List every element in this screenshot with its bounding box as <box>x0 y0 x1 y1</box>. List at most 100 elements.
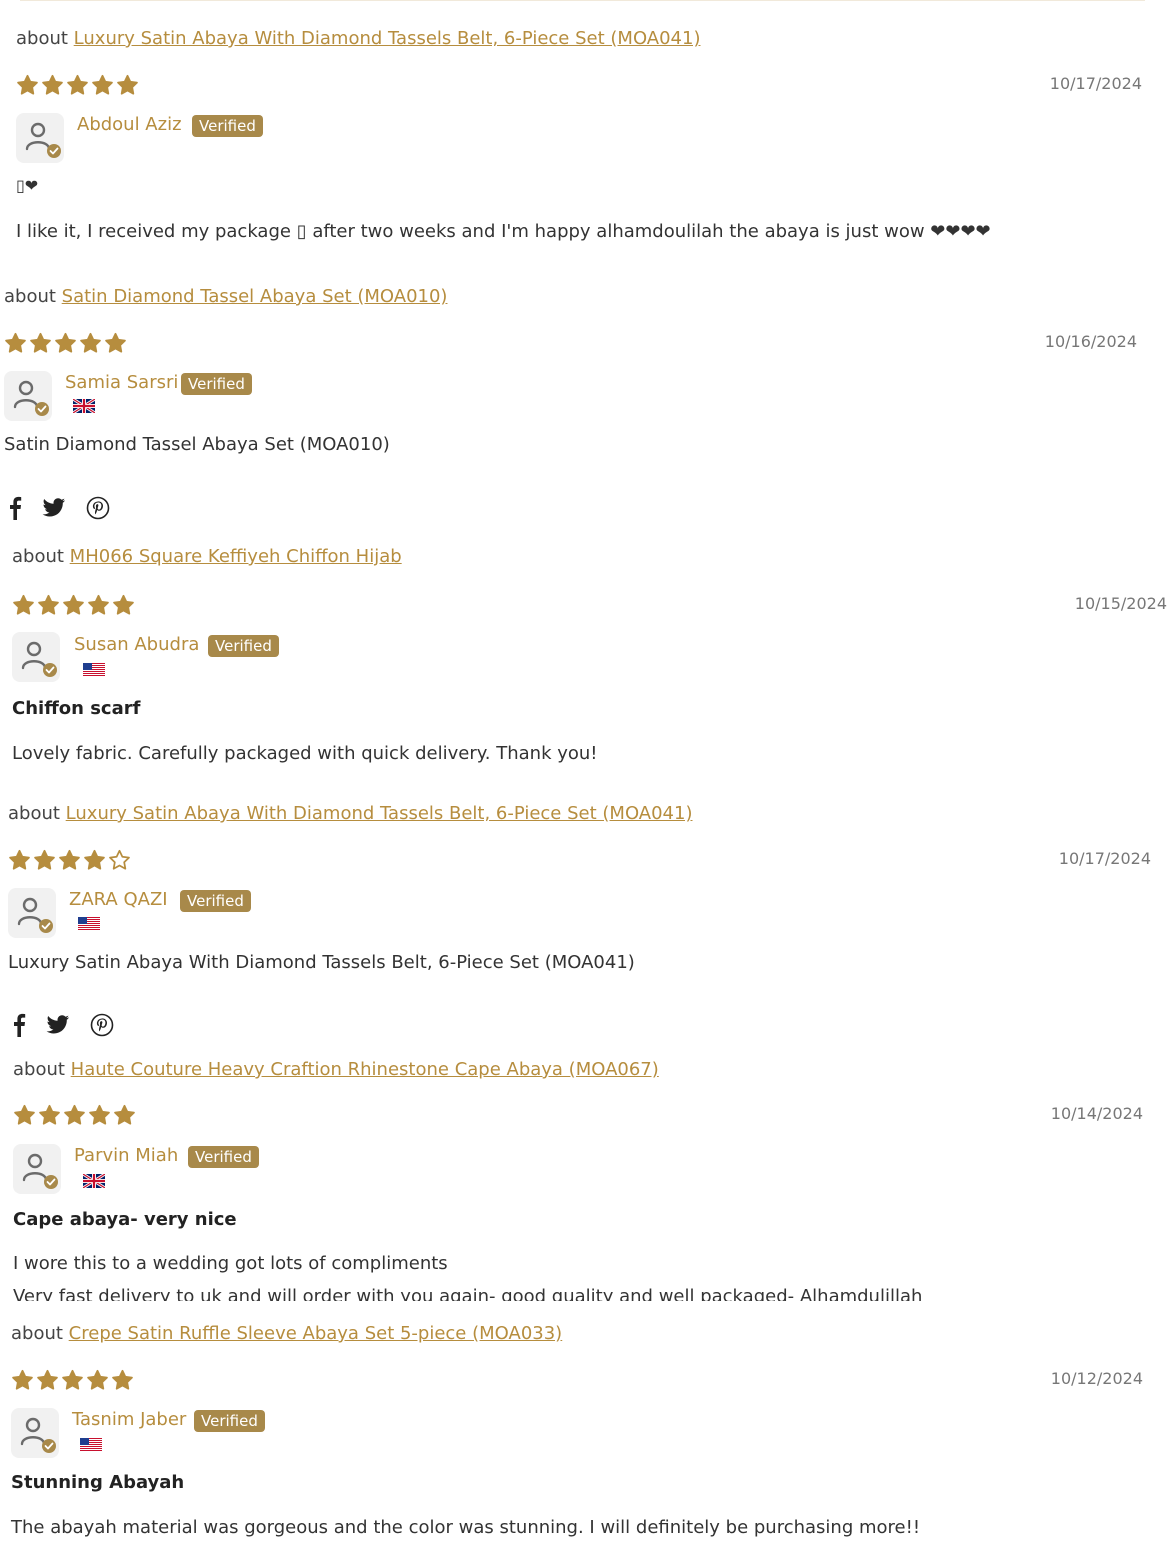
verified-badge: Verified <box>180 890 251 912</box>
avatar <box>13 1144 61 1194</box>
review-product-line: about Crepe Satin Ruffle Sleeve Abaya Se… <box>11 1323 562 1344</box>
star-filled-icon <box>37 1369 58 1390</box>
product-link[interactable]: Luxury Satin Abaya With Diamond Tassels … <box>66 803 693 824</box>
us-flag-icon <box>78 916 100 931</box>
star-filled-icon <box>38 594 59 615</box>
about-prefix: about <box>4 286 56 307</box>
avatar <box>11 1408 59 1458</box>
avatar <box>12 632 60 682</box>
star-filled-icon <box>12 1369 33 1390</box>
star-filled-icon <box>55 332 76 353</box>
star-filled-icon <box>80 332 101 353</box>
star-rating <box>8 849 131 871</box>
review-date: 10/12/2024 <box>1050 1369 1143 1388</box>
star-filled-icon <box>30 332 51 353</box>
author-name: Tasnim Jaber <box>72 1409 187 1430</box>
review-title: Chiffon scarf <box>12 698 141 719</box>
star-filled-icon <box>87 1369 108 1390</box>
about-prefix: about <box>16 28 68 49</box>
star-filled-icon <box>88 594 109 615</box>
us-flag-icon <box>83 662 105 677</box>
facebook-icon[interactable] <box>8 496 22 524</box>
verified-badge: Verified <box>194 1410 265 1432</box>
star-rating <box>4 332 127 354</box>
star-filled-icon <box>17 74 38 95</box>
gb-flag-icon <box>72 397 96 415</box>
author-name: Susan Abudra <box>74 634 200 655</box>
star-rating <box>12 594 135 616</box>
star-filled-icon <box>9 849 30 870</box>
star-filled-icon <box>63 594 84 615</box>
avatar <box>16 113 64 163</box>
star-filled-icon <box>113 594 134 615</box>
author-name: Parvin Miah <box>74 1145 179 1166</box>
us-flag-icon <box>80 1437 102 1452</box>
review-body-continued: Very fast delivery to uk and will order … <box>13 1286 923 1301</box>
twitter-icon[interactable] <box>46 1015 70 1039</box>
star-rating <box>13 1104 136 1126</box>
verified-badge: Verified <box>208 635 279 657</box>
author-name: ZARA QAZI <box>69 889 168 910</box>
review-product-line: about MH066 Square Keffiyeh Chiffon Hija… <box>12 546 402 567</box>
product-link[interactable]: Haute Couture Heavy Craftion Rhinestone … <box>71 1059 659 1080</box>
top-divider <box>20 0 1145 1</box>
star-filled-icon <box>64 1104 85 1125</box>
product-link[interactable]: Crepe Satin Ruffle Sleeve Abaya Set 5-pi… <box>69 1323 563 1344</box>
about-prefix: about <box>11 1323 63 1344</box>
review-body: I like it, I received my package ▯ after… <box>16 221 991 242</box>
star-filled-icon <box>89 1104 110 1125</box>
user-icon <box>21 641 57 677</box>
review-date: 10/17/2024 <box>1058 849 1151 868</box>
review-date: 10/15/2024 <box>1074 594 1167 613</box>
star-filled-icon <box>114 1104 135 1125</box>
review-body: I wore this to a wedding got lots of com… <box>13 1253 448 1274</box>
review-title: Cape abaya- very nice <box>13 1209 237 1230</box>
twitter-icon[interactable] <box>42 498 66 522</box>
user-icon <box>17 897 53 933</box>
avatar <box>8 888 56 938</box>
about-prefix: about <box>13 1059 65 1080</box>
star-filled-icon <box>34 849 55 870</box>
star-empty-icon <box>109 849 130 870</box>
product-link[interactable]: Satin Diamond Tassel Abaya Set (MOA010) <box>62 286 448 307</box>
verified-badge: Verified <box>192 115 263 137</box>
avatar <box>4 371 52 421</box>
about-prefix: about <box>12 546 64 567</box>
review-body: Satin Diamond Tassel Abaya Set (MOA010) <box>4 434 390 455</box>
review-date: 10/17/2024 <box>1049 74 1142 93</box>
pinterest-icon[interactable] <box>90 1013 114 1041</box>
verified-badge: Verified <box>188 1146 259 1168</box>
verified-badge: Verified <box>181 373 252 395</box>
author-name: Samia Sarsri <box>65 372 179 393</box>
about-prefix: about <box>8 803 60 824</box>
review-product-line: about Haute Couture Heavy Craftion Rhine… <box>13 1059 659 1080</box>
star-rating <box>16 74 139 96</box>
star-filled-icon <box>112 1369 133 1390</box>
pinterest-icon[interactable] <box>86 496 110 524</box>
review-date: 10/16/2024 <box>1044 332 1137 351</box>
social-share <box>12 1013 114 1041</box>
star-filled-icon <box>5 332 26 353</box>
star-filled-icon <box>59 849 80 870</box>
star-filled-icon <box>92 74 113 95</box>
star-filled-icon <box>84 849 105 870</box>
review-title: Stunning Abayah <box>11 1472 185 1493</box>
star-filled-icon <box>42 74 63 95</box>
product-link[interactable]: MH066 Square Keffiyeh Chiffon Hijab <box>70 546 402 567</box>
review-product-line: about Luxury Satin Abaya With Diamond Ta… <box>8 803 692 824</box>
review-title: ▯❤ <box>16 176 39 195</box>
product-link[interactable]: Luxury Satin Abaya With Diamond Tassels … <box>74 28 701 49</box>
author-name: Abdoul Aziz <box>77 114 182 135</box>
review-body: Lovely fabric. Carefully packaged with q… <box>12 743 598 764</box>
user-icon <box>20 1417 56 1453</box>
social-share <box>8 496 110 524</box>
facebook-icon[interactable] <box>12 1013 26 1041</box>
star-filled-icon <box>13 594 34 615</box>
review-product-line: about Satin Diamond Tassel Abaya Set (MO… <box>4 286 447 307</box>
star-rating <box>11 1369 134 1391</box>
star-filled-icon <box>62 1369 83 1390</box>
user-icon <box>13 380 49 416</box>
star-filled-icon <box>67 74 88 95</box>
review-body: Luxury Satin Abaya With Diamond Tassels … <box>8 952 635 973</box>
review-date: 10/14/2024 <box>1050 1104 1143 1123</box>
